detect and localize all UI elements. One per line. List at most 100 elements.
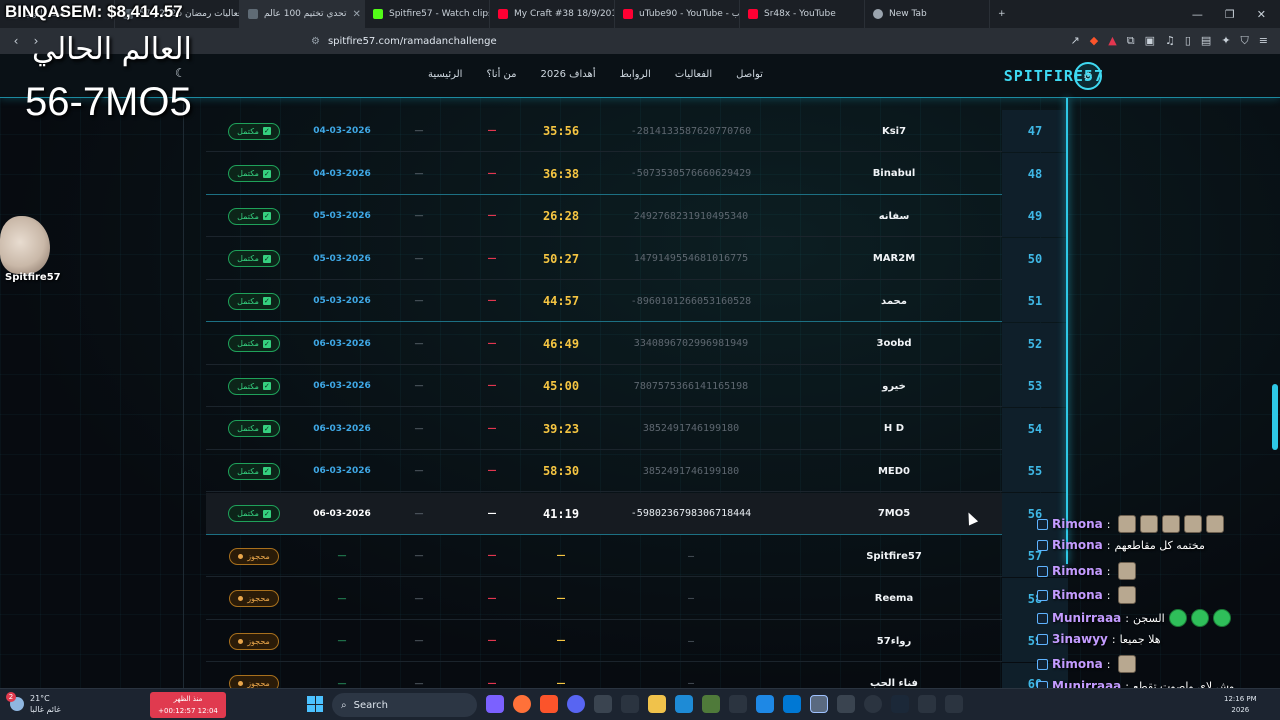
chat-message: Rimona: مختمه كل مقاطعهم [1037, 538, 1205, 552]
visual-studio-icon[interactable] [783, 695, 801, 713]
chat-emote-icon [1118, 562, 1137, 580]
chat-message: Munirraaa: السجن [1037, 609, 1231, 627]
chat-username[interactable]: Rimona [1052, 538, 1103, 552]
chat-username[interactable]: Rimona [1052, 564, 1103, 578]
nav-link-events[interactable]: الفعاليات [675, 69, 712, 80]
status-badge-complete: مكتمل ✓ [228, 505, 280, 522]
vscode-icon[interactable] [675, 695, 693, 713]
player-name: سفانه [878, 210, 910, 222]
status-label: مكتمل [237, 211, 259, 221]
app-icon[interactable] [729, 695, 747, 713]
status-label: مكتمل [237, 254, 259, 263]
tab-favicon-icon [248, 9, 258, 19]
start-windows-icon[interactable] [307, 696, 323, 712]
extensions-icon[interactable]: ⧉ [1127, 34, 1135, 48]
scrollbar-thumb[interactable] [1272, 384, 1278, 450]
nav-link-home[interactable]: الرئيسية [428, 69, 462, 80]
prayer-name: الظهر [173, 695, 191, 703]
status-cell: مكتمل ✓ [218, 323, 290, 365]
wallet-icon[interactable]: ▤ [1201, 34, 1211, 48]
copilot-icon[interactable] [486, 695, 504, 713]
table-row: 55 MED0 3852491746199180 58:30 — — 06-03-2026 م… [206, 450, 1068, 492]
chat-message: Rimona: [1037, 515, 1225, 533]
music-icon[interactable]: ♫ [1165, 34, 1175, 48]
chat-username[interactable]: 3inawyy [1052, 632, 1108, 646]
site-info-icon[interactable]: ⚙ [311, 36, 320, 47]
back-icon[interactable]: ‹ [6, 34, 26, 48]
app-icon[interactable] [945, 695, 963, 713]
chat-username[interactable]: Rimona [1052, 588, 1103, 602]
new-tab-button[interactable]: + [990, 0, 1014, 28]
steam-icon[interactable] [891, 695, 909, 713]
minimize-icon[interactable]: — [1192, 8, 1203, 21]
browser-tab[interactable]: Spitfire57 - Watch clips on [365, 0, 490, 28]
maximize-icon[interactable]: ❐ [1225, 8, 1235, 21]
player-name: خيرو [882, 380, 906, 392]
table-row: 60 فناء الحب — — — — — محجوز [206, 662, 1068, 689]
weather-widget[interactable]: 2 21°C غائم غالبا [6, 692, 61, 715]
status-dot-icon [238, 638, 244, 644]
share-icon[interactable]: ↗ [1071, 34, 1080, 48]
nav-link-about[interactable]: من أنا؟ [486, 69, 516, 80]
app-icon[interactable] [837, 695, 855, 713]
app-icon[interactable] [918, 695, 936, 713]
obs-icon[interactable] [810, 695, 828, 713]
taskbar-search[interactable]: ⌕ Search [332, 693, 477, 717]
prayer-widget[interactable]: منذ الظهر +00:12:57 12:04 [150, 692, 226, 718]
discord-icon[interactable] [567, 695, 585, 713]
nav-link-links[interactable]: الروابط [620, 69, 651, 80]
ai-icon[interactable]: ✦ [1221, 34, 1230, 48]
tab-favicon-icon [873, 9, 883, 19]
minecraft-icon[interactable] [702, 695, 720, 713]
sidebar-icon[interactable]: ▯ [1185, 34, 1191, 48]
completion-time: 26:28 [542, 209, 580, 223]
tab-title: New Tab [889, 9, 927, 19]
status-cell: مكتمل ✓ [218, 280, 290, 322]
chat-username[interactable]: Rimona [1052, 517, 1103, 531]
rewards-icon[interactable]: ▲ [1108, 34, 1116, 48]
browser-tab[interactable]: New Tab [865, 0, 990, 28]
completion-date: 06-03-2026 [313, 508, 371, 519]
chat-message: Rimona: [1037, 586, 1137, 604]
completion-date: — [337, 636, 347, 646]
tab-title: تحدي تختيم 100 عالم [264, 9, 347, 19]
world-seed: 3852491746199180 [642, 423, 740, 434]
folder-icon[interactable] [648, 695, 666, 713]
tab-close-icon[interactable]: ✕ [352, 9, 360, 20]
screenshot-icon[interactable]: ▣ [1145, 34, 1155, 48]
completion-date: — [337, 678, 347, 689]
app-icon[interactable] [594, 695, 612, 713]
player-name: Binabul [872, 168, 916, 179]
close-window-icon[interactable]: ✕ [1257, 8, 1266, 21]
table-row: 48 Binabul -5073530576660629429 36:38 — — 04-0… [206, 152, 1068, 195]
browser-tab[interactable]: My Craft #38 18/9/2012 [490, 0, 615, 28]
deaths-value: — [487, 466, 497, 476]
address-bar-row: ‹ › ⚙ spitfire57.com/ramadanchallenge ↗ … [0, 28, 1280, 54]
site-logo[interactable]: SPITFIRE57 [1004, 67, 1104, 85]
chat-username[interactable]: Munirraaa [1052, 611, 1121, 625]
url-field[interactable]: ⚙ spitfire57.com/ramadanchallenge [311, 31, 931, 51]
taskbar-clock[interactable]: 12:16 PM 2026 [1224, 694, 1257, 716]
checkmark-icon: ✓ [262, 424, 271, 433]
table-row: 52 3oobd 3340896702996981949 46:49 — — 06-03-2… [206, 322, 1068, 365]
firefox-icon[interactable] [513, 695, 531, 713]
brave-icon[interactable] [540, 695, 558, 713]
menu-icon[interactable]: ≡ [1259, 34, 1268, 48]
browser-tab[interactable]: uTube90 - YouTube - ايوب [615, 0, 740, 28]
browser-tab-active[interactable]: تحدي تختيم 100 عالم ✕ [240, 0, 365, 28]
notes-value: — [414, 211, 424, 221]
status-cell: مكتمل ✓ [218, 238, 290, 280]
nav-link-contact[interactable]: تواصل [736, 69, 763, 80]
vpn-icon[interactable]: ⛉ [1241, 34, 1249, 48]
epic-icon[interactable] [621, 695, 639, 713]
status-label: محجوز [247, 594, 270, 603]
plus-icon: + [998, 9, 1006, 19]
chat-username[interactable]: Rimona [1052, 657, 1103, 671]
webcam-name: Spitfire57 [5, 272, 61, 283]
brave-shield-icon[interactable]: ◆ [1090, 34, 1098, 48]
nav-link-goals[interactable]: أهداف 2026 [541, 69, 596, 80]
app-icon[interactable] [864, 695, 882, 713]
app-icon[interactable] [756, 695, 774, 713]
browser-tab[interactable]: Sr48x - YouTube [740, 0, 865, 28]
notes-value: — [414, 126, 424, 136]
